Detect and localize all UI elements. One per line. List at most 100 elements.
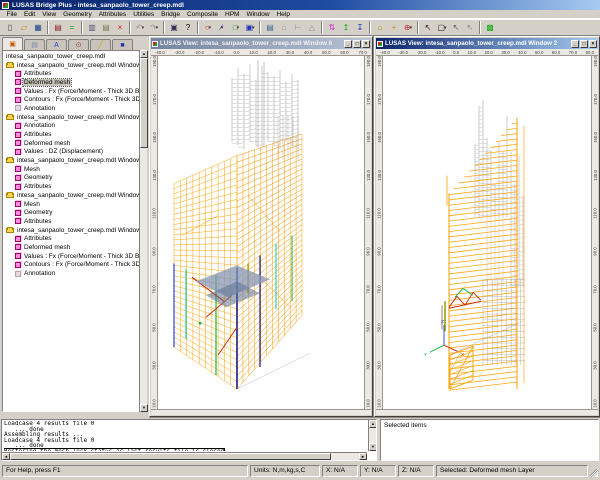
loadcase-previous-button[interactable]: ↧ bbox=[353, 21, 367, 35]
maximize-icon[interactable]: □ bbox=[353, 40, 361, 48]
view-6-canvas[interactable] bbox=[158, 56, 364, 409]
open-model-button[interactable]: ▱ bbox=[17, 21, 31, 35]
surface-tool-button[interactable]: □ bbox=[229, 21, 243, 35]
menu-attributes[interactable]: Attributes bbox=[95, 11, 129, 18]
tree-tab-loadcases[interactable]: ⊙ bbox=[68, 39, 89, 50]
close-icon[interactable]: × bbox=[589, 40, 597, 48]
menu-hpm[interactable]: HPM bbox=[222, 11, 243, 18]
app-titlebar[interactable]: LUSAS Bridge Plus - intesa_sanpaolo_towe… bbox=[0, 0, 600, 10]
scroll-up-icon[interactable]: ▲ bbox=[369, 420, 377, 428]
menu-file[interactable]: File bbox=[3, 11, 20, 18]
tree-scrollbar[interactable]: ▲ ▼ bbox=[139, 50, 147, 412]
tree-layer-item[interactable]: Attributes bbox=[5, 182, 146, 191]
menu-view[interactable]: View bbox=[39, 11, 60, 18]
point-tool-button[interactable]: ○ bbox=[201, 21, 215, 35]
new-model-button[interactable]: ▯ bbox=[3, 21, 17, 35]
menu-geometry[interactable]: Geometry bbox=[60, 11, 96, 18]
menu-utilities[interactable]: Utilities bbox=[130, 11, 158, 18]
save-model-button[interactable]: ▦ bbox=[31, 21, 45, 35]
folder-icon bbox=[6, 63, 14, 68]
tree-group-label: intesa_sanpaolo_tower_creep.mdl Window 1 bbox=[16, 114, 146, 121]
scroll-thumb[interactable] bbox=[10, 453, 331, 460]
select-box-button[interactable]: ▢ bbox=[435, 21, 449, 35]
equivalence-button[interactable]: = bbox=[65, 21, 79, 35]
tree-tab-reports[interactable]: ■ bbox=[112, 39, 133, 50]
tree-layer-item[interactable]: Deformed mesh bbox=[5, 243, 146, 252]
loadcase-next-button[interactable]: ↥ bbox=[339, 21, 353, 35]
menu-window[interactable]: Window bbox=[243, 11, 273, 18]
scroll-left-icon[interactable]: ◄ bbox=[2, 453, 10, 460]
tree-layer-item[interactable]: Attributes bbox=[5, 217, 146, 226]
paste-button[interactable]: ▤ bbox=[99, 21, 113, 35]
layer-icon bbox=[15, 105, 21, 111]
view-window-6-titlebar[interactable]: LUSAS View: intesa_sanpaolo_tower_creep.… bbox=[151, 38, 371, 49]
menu-composite[interactable]: Composite bbox=[183, 11, 221, 18]
view-2-canvas[interactable]: ZXY bbox=[383, 56, 591, 409]
minimize-icon[interactable]: _ bbox=[344, 40, 352, 48]
tree-window-group[interactable]: intesa_sanpaolo_tower_creep.mdl Window 4 bbox=[5, 191, 146, 200]
tree-tab-groups[interactable]: ▤ bbox=[24, 39, 45, 50]
tree-layer-item[interactable]: Annotation bbox=[5, 269, 146, 278]
resize-grip[interactable] bbox=[590, 469, 598, 477]
tree-window-group[interactable]: intesa_sanpaolo_tower_creep.mdl Window 1 bbox=[5, 113, 146, 122]
tree-layer-item[interactable]: Annotation bbox=[5, 122, 146, 131]
tree-window-group[interactable]: intesa_sanpaolo_tower_creep.mdl Window 3 bbox=[5, 156, 146, 165]
tree-layer-item[interactable]: Attributes bbox=[5, 130, 146, 139]
add-attribute-button[interactable]: + bbox=[387, 21, 401, 35]
copy-button[interactable]: ▥ bbox=[85, 21, 99, 35]
select-elements-button[interactable]: ↖ bbox=[449, 21, 463, 35]
volume-tool-button[interactable]: ▣ bbox=[243, 21, 257, 35]
context-help-button[interactable]: ? bbox=[181, 21, 195, 35]
scroll-down-icon[interactable]: ▼ bbox=[369, 443, 377, 451]
select-lines-button[interactable]: ↖ bbox=[463, 21, 477, 35]
tree-layer-item[interactable]: Contours : Fx (Force/Moment - Thick 3D B… bbox=[5, 261, 146, 270]
tree-layer-item[interactable]: Attributes bbox=[5, 234, 146, 243]
tree-layer-item[interactable]: Geometry bbox=[5, 208, 146, 217]
menu-edit[interactable]: Edit bbox=[20, 11, 38, 18]
minimize-icon[interactable]: _ bbox=[571, 40, 579, 48]
view-window-2-titlebar[interactable]: LUSAS View: intesa_sanpaolo_tower_creep.… bbox=[376, 38, 598, 49]
select-cursor-button[interactable]: ↖ bbox=[421, 21, 435, 35]
selected-items-panel[interactable]: Selected items bbox=[380, 419, 599, 461]
view-window-2[interactable]: LUSAS View: intesa_sanpaolo_tower_creep.… bbox=[374, 36, 600, 417]
tree-tab-utilities[interactable]: ╱ bbox=[90, 39, 111, 50]
print-report-button[interactable]: ▤ bbox=[51, 21, 65, 35]
tree-window-group[interactable]: intesa_sanpaolo_tower_creep.mdl Window 2 bbox=[5, 61, 146, 70]
tree-layer-item[interactable]: Annotation bbox=[5, 104, 146, 113]
tree-layer-item[interactable]: Values : Fx (Force/Moment - Thick 3D Bea… bbox=[5, 87, 146, 96]
tree-root-item[interactable]: intesa_sanpaolo_tower_creep.mdl bbox=[5, 52, 146, 61]
report-wizard-button[interactable]: ▤ bbox=[263, 21, 277, 35]
tree-tab-attributes[interactable]: A bbox=[46, 39, 67, 50]
menu-help[interactable]: Help bbox=[273, 11, 293, 18]
tree-layer-item[interactable]: Geometry bbox=[5, 174, 146, 183]
scroll-thumb[interactable] bbox=[140, 58, 148, 148]
tree-layer-item[interactable]: Deformed mesh bbox=[5, 139, 146, 148]
delete-button[interactable]: × bbox=[113, 21, 127, 35]
text-output-window[interactable]: Loadcase 4 results file 0 ... doneAssemb… bbox=[1, 419, 377, 461]
output-vscrollbar[interactable]: ▲ ▼ bbox=[368, 420, 376, 451]
line-tool-button[interactable]: ∕ bbox=[215, 21, 229, 35]
view-window-6[interactable]: LUSAS View: intesa_sanpaolo_tower_creep.… bbox=[149, 36, 373, 417]
tree-tab-layers[interactable]: ▣ bbox=[2, 37, 23, 50]
close-icon[interactable]: × bbox=[362, 40, 370, 48]
loadcase-select-button[interactable]: ⇅ bbox=[325, 21, 339, 35]
tree-layer-item[interactable]: Mesh bbox=[5, 200, 146, 209]
scroll-down-icon[interactable]: ▼ bbox=[140, 404, 148, 412]
tree-layer-item[interactable]: Values : DZ (Displacement) bbox=[5, 148, 146, 157]
tree-layer-item[interactable]: Attributes bbox=[5, 69, 146, 78]
tree-layer-item[interactable]: Deformed mesh bbox=[5, 78, 146, 87]
menu-bridge[interactable]: Bridge bbox=[158, 11, 184, 18]
tree-layer-item[interactable]: Values : Fx (Force/Moment - Thick 3D Bea… bbox=[5, 252, 146, 261]
mesh-lock-button[interactable]: ⌂ bbox=[373, 21, 387, 35]
maximize-icon[interactable]: □ bbox=[580, 40, 588, 48]
layers-tree[interactable]: intesa_sanpaolo_tower_creep.mdlintesa_sa… bbox=[2, 50, 147, 412]
tree-window-group[interactable]: intesa_sanpaolo_tower_creep.mdl Window 6 bbox=[5, 226, 146, 235]
annotation-tool-button[interactable]: ▩ bbox=[483, 21, 497, 35]
scroll-up-icon[interactable]: ▲ bbox=[140, 50, 148, 58]
tree-layer-item[interactable]: Contours : Fx (Force/Moment - Thick 3D B… bbox=[5, 95, 146, 104]
output-hscrollbar[interactable]: ◄ ► bbox=[2, 452, 367, 460]
scroll-right-icon[interactable]: ► bbox=[359, 453, 367, 460]
print-button[interactable]: ▣ bbox=[167, 21, 181, 35]
tree-layer-item[interactable]: Mesh bbox=[5, 165, 146, 174]
global-axes-button[interactable]: ⊕ bbox=[401, 21, 415, 35]
